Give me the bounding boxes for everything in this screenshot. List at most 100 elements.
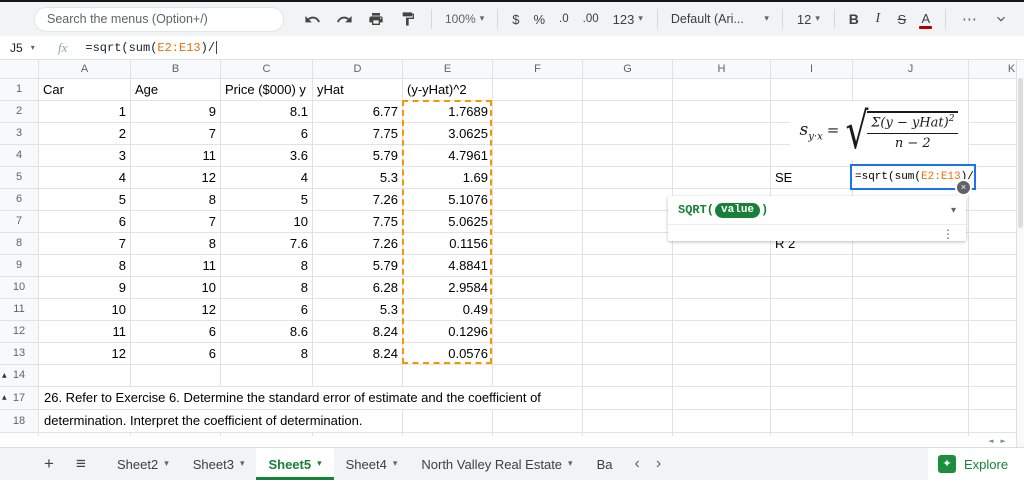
font-size-select[interactable]: 12 ▾ bbox=[790, 6, 827, 32]
cell-A4[interactable]: 3 bbox=[39, 145, 130, 166]
cell-A2[interactable]: 1 bbox=[39, 101, 130, 122]
cell-C4[interactable]: 3.6 bbox=[221, 145, 312, 166]
cell-D1[interactable]: yHat bbox=[313, 79, 402, 100]
chevron-down-icon[interactable]: ▾ bbox=[317, 459, 322, 469]
cell-B4[interactable]: 11 bbox=[131, 145, 220, 166]
cell-E11[interactable]: 0.49 bbox=[403, 299, 492, 320]
row-header-13[interactable]: 13 bbox=[0, 343, 38, 364]
cell-A10[interactable]: 9 bbox=[39, 277, 130, 298]
cell-C1[interactable]: Price ($000) y bbox=[221, 79, 312, 100]
vertical-scrollbar[interactable] bbox=[1016, 60, 1024, 447]
tab-scroll-left-icon[interactable]: ‹ bbox=[634, 455, 639, 473]
cell-B7[interactable]: 7 bbox=[131, 211, 220, 232]
cell-A3[interactable]: 2 bbox=[39, 123, 130, 144]
cell-C12[interactable]: 8.6 bbox=[221, 321, 312, 342]
all-sheets-button[interactable]: ≡ bbox=[68, 448, 94, 480]
name-box[interactable]: J5 ▾ bbox=[0, 36, 54, 59]
cell-B10[interactable]: 10 bbox=[131, 277, 220, 298]
cell-E1[interactable]: (y-yHat)^2 bbox=[403, 79, 492, 100]
cell-C7[interactable]: 10 bbox=[221, 211, 312, 232]
chevron-down-icon[interactable]: ▾ bbox=[951, 205, 956, 216]
row-group-collapse-icon[interactable]: ▲ bbox=[2, 395, 7, 401]
row-header-18[interactable]: 18 bbox=[0, 410, 38, 432]
chevron-down-icon[interactable]: ▾ bbox=[393, 459, 398, 469]
cell-B2[interactable]: 9 bbox=[131, 101, 220, 122]
column-header-J[interactable]: J bbox=[853, 60, 968, 78]
row-header-7[interactable]: 7 bbox=[0, 211, 38, 232]
cell-D13[interactable]: 8.24 bbox=[313, 343, 402, 364]
formula-input[interactable]: =sqrt(sum(E2:E13)/ bbox=[85, 41, 218, 55]
cell-A5[interactable]: 4 bbox=[39, 167, 130, 188]
row-header-12[interactable]: 12 bbox=[0, 321, 38, 342]
zoom-select[interactable]: 100% ▾ bbox=[439, 6, 490, 32]
cell-C9[interactable]: 8 bbox=[221, 255, 312, 276]
tab-scroll-right-icon[interactable]: › bbox=[656, 455, 661, 473]
cell-A7[interactable]: 6 bbox=[39, 211, 130, 232]
text-color-button[interactable]: A bbox=[914, 5, 938, 34]
more-options-icon[interactable]: ⋮ bbox=[942, 227, 954, 241]
cell-A13[interactable]: 12 bbox=[39, 343, 130, 364]
cell-A6[interactable]: 5 bbox=[39, 189, 130, 210]
cell-E4[interactable]: 4.7961 bbox=[403, 145, 492, 166]
column-header-F[interactable]: F bbox=[493, 60, 582, 78]
close-icon[interactable]: × bbox=[955, 179, 972, 196]
column-header-C[interactable]: C bbox=[221, 60, 312, 78]
row-header-2[interactable]: 2 bbox=[0, 101, 38, 122]
cell-D8[interactable]: 7.26 bbox=[313, 233, 402, 254]
hide-menus-button[interactable] bbox=[988, 6, 1014, 32]
menu-search-input[interactable]: Search the menus (Option+/) bbox=[34, 6, 284, 32]
decrease-decimal-button[interactable]: .0 bbox=[552, 6, 576, 32]
cell-D12[interactable]: 8.24 bbox=[313, 321, 402, 342]
cell-E7[interactable]: 5.0625 bbox=[403, 211, 492, 232]
row-header-8[interactable]: 8 bbox=[0, 233, 38, 254]
cell-D6[interactable]: 7.26 bbox=[313, 189, 402, 210]
redo-button[interactable] bbox=[331, 6, 357, 32]
cell-B11[interactable]: 12 bbox=[131, 299, 220, 320]
cell-A1[interactable]: Car bbox=[39, 79, 130, 100]
undo-button[interactable] bbox=[299, 6, 325, 32]
cell-E6[interactable]: 5.1076 bbox=[403, 189, 492, 210]
explore-button[interactable]: ✦ Explore bbox=[928, 448, 1024, 480]
cell-C6[interactable]: 5 bbox=[221, 189, 312, 210]
chevron-down-icon[interactable]: ▾ bbox=[240, 459, 245, 469]
horizontal-scrollbar[interactable]: ◄ ► bbox=[978, 436, 1016, 447]
column-header-G[interactable]: G bbox=[583, 60, 672, 78]
cell-A12[interactable]: 11 bbox=[39, 321, 130, 342]
row-header-11[interactable]: 11 bbox=[0, 299, 38, 320]
cell-B12[interactable]: 6 bbox=[131, 321, 220, 342]
number-format-button[interactable]: 123 ▾ bbox=[606, 6, 650, 32]
cell-E13[interactable]: 0.0576 bbox=[403, 343, 492, 364]
row-group-collapse-icon[interactable]: ▲ bbox=[2, 372, 7, 379]
cell-I5[interactable]: SE bbox=[771, 167, 852, 188]
print-button[interactable] bbox=[363, 6, 389, 32]
cell-C11[interactable]: 6 bbox=[221, 299, 312, 320]
cell-E2[interactable]: 1.7689 bbox=[403, 101, 492, 122]
cell-B8[interactable]: 8 bbox=[131, 233, 220, 254]
cell-A17[interactable]: 26. Refer to Exercise 6. Determine the s… bbox=[39, 387, 547, 409]
row-header-9[interactable]: 9 bbox=[0, 255, 38, 276]
cell-B5[interactable]: 12 bbox=[131, 167, 220, 188]
cell-A18[interactable]: determination. Interpret the coefficient… bbox=[39, 410, 369, 432]
column-header-D[interactable]: D bbox=[313, 60, 402, 78]
cell-D3[interactable]: 7.75 bbox=[313, 123, 402, 144]
row-header-14[interactable]: 14 ▲ bbox=[0, 365, 38, 386]
add-sheet-button[interactable]: + bbox=[36, 448, 62, 480]
cell-E3[interactable]: 3.0625 bbox=[403, 123, 492, 144]
sheet-tab-north-valley-real-estate[interactable]: North Valley Real Estate ▾ bbox=[409, 448, 584, 480]
format-percent-button[interactable]: % bbox=[526, 6, 552, 32]
row-header-5[interactable]: 5 bbox=[0, 167, 38, 188]
chevron-down-icon[interactable]: ▾ bbox=[164, 459, 169, 469]
font-family-select[interactable]: Default (Ari... ▾ bbox=[665, 6, 775, 32]
cell-B6[interactable]: 8 bbox=[131, 189, 220, 210]
row-header-4[interactable]: 4 bbox=[0, 145, 38, 166]
cell-D11[interactable]: 5.3 bbox=[313, 299, 402, 320]
sheet-tab-sheet4[interactable]: Sheet4 ▾ bbox=[334, 448, 410, 480]
cell-D10[interactable]: 6.28 bbox=[313, 277, 402, 298]
standard-error-formula-image[interactable]: sy·x = √ Σ(y − yHat)2 n − 2 bbox=[790, 102, 968, 160]
sheet-tab-ba[interactable]: Ba bbox=[585, 448, 625, 480]
cell-C2[interactable]: 8.1 bbox=[221, 101, 312, 122]
cell-C3[interactable]: 6 bbox=[221, 123, 312, 144]
row-header-1[interactable]: 1 bbox=[0, 79, 38, 100]
column-header-I[interactable]: I bbox=[771, 60, 852, 78]
column-header-E[interactable]: E bbox=[403, 60, 492, 78]
